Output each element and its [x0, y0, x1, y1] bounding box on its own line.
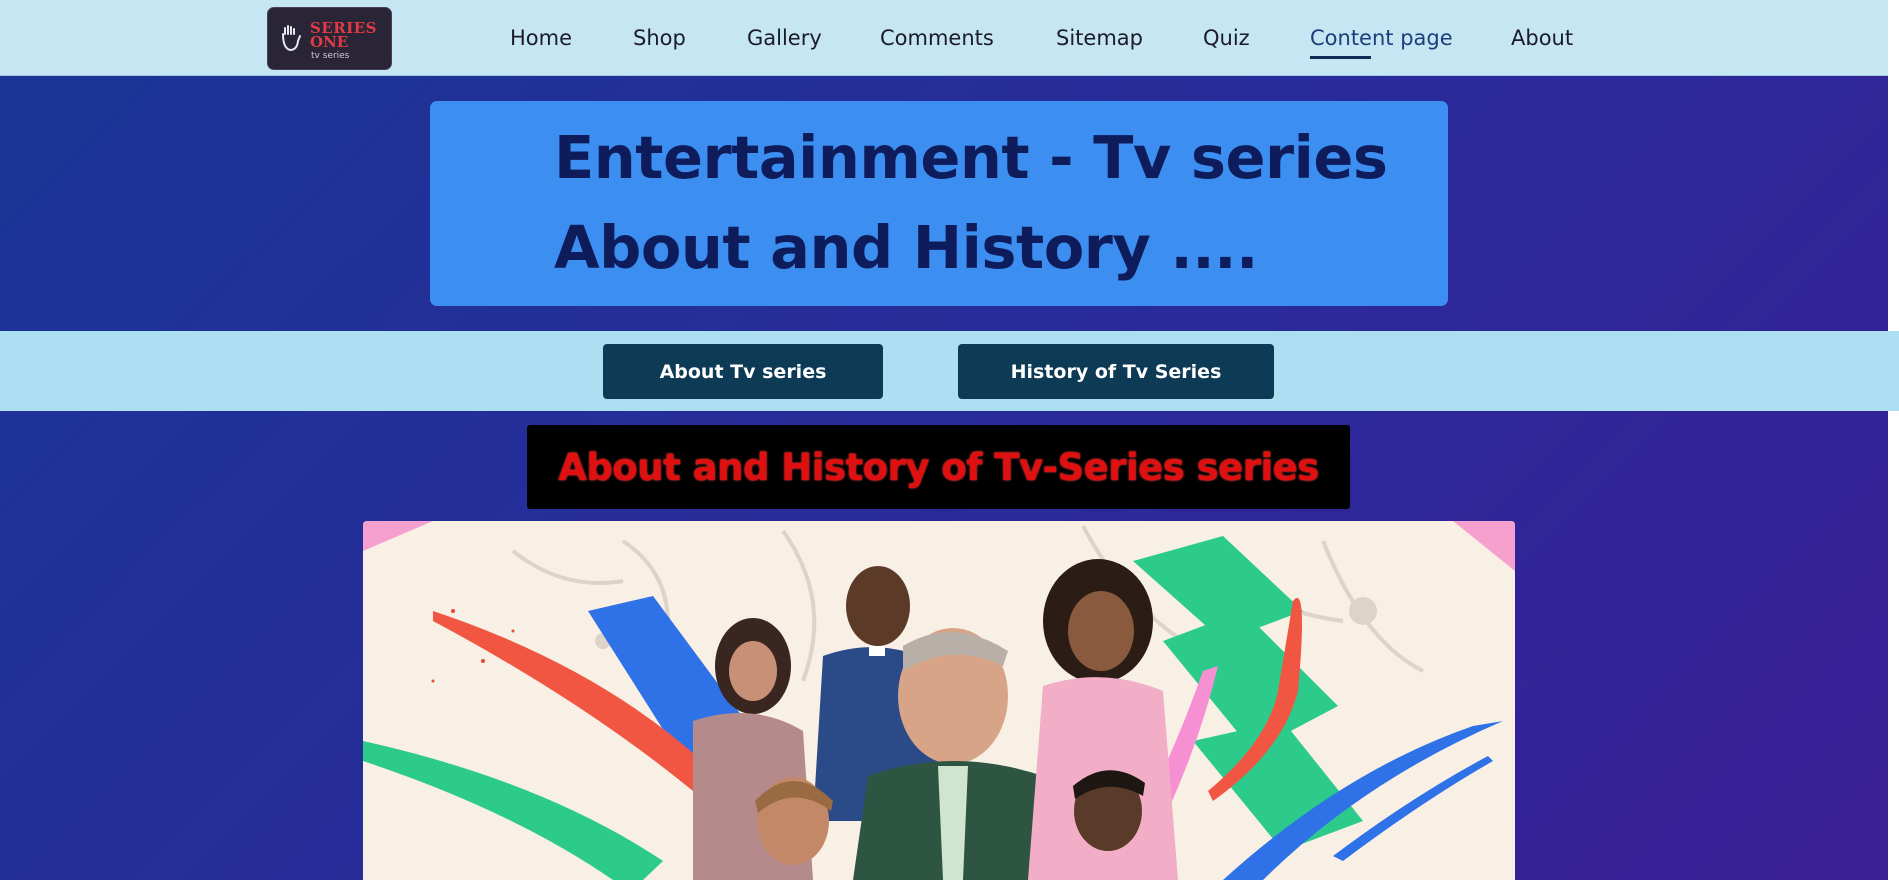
- active-nav-indicator: [1310, 56, 1371, 59]
- nav-about[interactable]: About: [1511, 26, 1573, 50]
- history-tv-series-button[interactable]: History of Tv Series: [958, 344, 1274, 399]
- page-right-edge: [1888, 0, 1899, 880]
- logo-text-one: ONE: [310, 33, 349, 51]
- top-navbar: SERIES ONE tv series Home Shop Gallery C…: [0, 0, 1888, 76]
- site-logo[interactable]: SERIES ONE tv series: [267, 7, 392, 70]
- section-button-bar: About Tv series History of Tv Series: [0, 331, 1899, 411]
- section-heading-box: About and History of Tv-Series series: [527, 425, 1350, 509]
- nav-quiz[interactable]: Quiz: [1203, 26, 1250, 50]
- logo-tagline: tv series: [311, 51, 350, 61]
- section-heading: About and History of Tv-Series series: [558, 445, 1319, 489]
- hero-title-line2: About and History ....: [554, 213, 1258, 282]
- nav-gallery[interactable]: Gallery: [747, 26, 822, 50]
- nav-home[interactable]: Home: [510, 26, 572, 50]
- clapper-hand-icon: [280, 24, 304, 58]
- hero-title-line1: Entertainment - Tv series: [554, 123, 1388, 192]
- nav-comments[interactable]: Comments: [880, 26, 994, 50]
- nav-sitemap[interactable]: Sitemap: [1056, 26, 1143, 50]
- hero-banner: Entertainment - Tv series About and Hist…: [430, 101, 1448, 306]
- about-tv-series-button[interactable]: About Tv series: [603, 344, 883, 399]
- nav-shop[interactable]: Shop: [633, 26, 686, 50]
- tv-series-cast-poster: [363, 521, 1515, 880]
- nav-content-page[interactable]: Content page: [1310, 26, 1453, 50]
